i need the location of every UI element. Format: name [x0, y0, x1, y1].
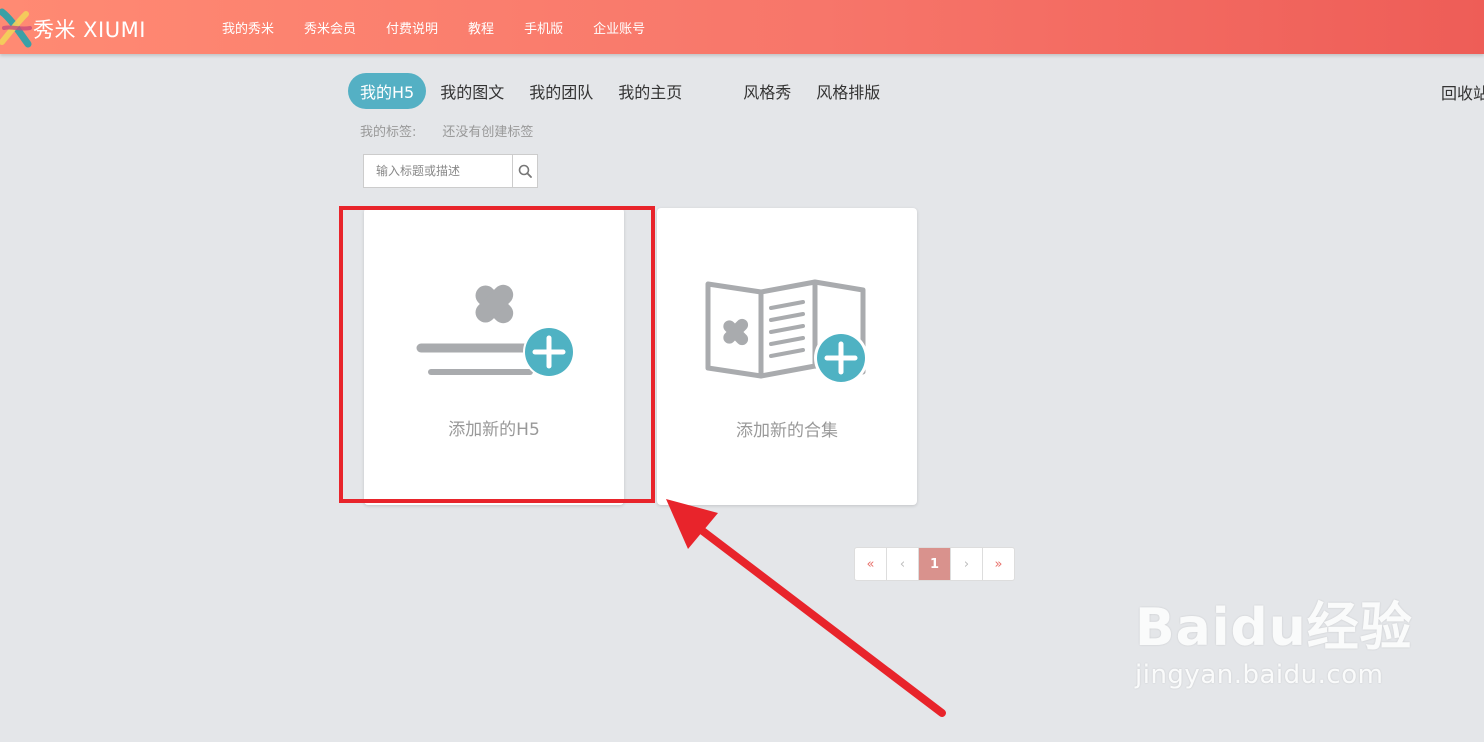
nav-membership[interactable]: 秀米会员	[304, 18, 356, 37]
nav-pricing[interactable]: 付费说明	[386, 18, 438, 37]
annotation-arrow-icon	[666, 499, 946, 717]
tags-empty-text: 还没有创建标签	[442, 125, 534, 140]
search-icon	[518, 164, 532, 178]
nav-enterprise[interactable]: 企业账号	[593, 18, 645, 37]
search-button[interactable]	[512, 155, 537, 187]
page-next-button[interactable]: ›	[951, 548, 983, 580]
content-tabs: 我的H5 我的图文 我的团队 我的主页 风格秀 风格排版	[348, 73, 905, 109]
recycle-bin-link[interactable]: 回收站	[1441, 80, 1484, 104]
watermark-sub: jingyan.baidu.com	[1135, 660, 1384, 690]
tags-label: 我的标签:	[360, 125, 417, 140]
add-collection-icon	[705, 279, 868, 383]
tab-my-homepage[interactable]: 我的主页	[618, 79, 682, 103]
tab-my-team[interactable]: 我的团队	[529, 79, 593, 103]
search-box	[363, 154, 538, 188]
nav-my-xiumi[interactable]: 我的秀米	[222, 18, 274, 37]
add-h5-label: 添加新的H5	[448, 420, 540, 440]
top-header: 秀米 XIUMI 我的秀米 秀米会员 付费说明 教程 手机版 企业账号	[0, 0, 1484, 54]
add-h5-card[interactable]: 添加新的H5	[364, 208, 624, 505]
xiumi-logo-icon[interactable]	[0, 8, 32, 48]
search-input[interactable]	[364, 155, 512, 187]
nav-mobile[interactable]: 手机版	[524, 18, 563, 37]
brand-name[interactable]: 秀米 XIUMI	[33, 14, 146, 44]
add-h5-icon	[416, 284, 575, 378]
main-nav: 我的秀米 秀米会员 付费说明 教程 手机版 企业账号	[222, 0, 675, 54]
add-collection-card[interactable]: 添加新的合集	[657, 208, 917, 505]
tab-style-layout[interactable]: 风格排版	[816, 79, 880, 103]
tab-my-articles[interactable]: 我的图文	[440, 79, 504, 103]
tags-row: 我的标签: 还没有创建标签	[360, 121, 533, 140]
nav-tutorial[interactable]: 教程	[468, 18, 494, 37]
tab-style-show[interactable]: 风格秀	[743, 79, 791, 103]
add-collection-label: 添加新的合集	[736, 421, 838, 441]
baidu-watermark: Baidu经验 jingyan.baidu.com	[1135, 585, 1413, 690]
page-last-button[interactable]: »	[983, 548, 1014, 580]
tab-my-h5[interactable]: 我的H5	[348, 73, 427, 109]
watermark-main: Baidu经验	[1135, 598, 1413, 658]
